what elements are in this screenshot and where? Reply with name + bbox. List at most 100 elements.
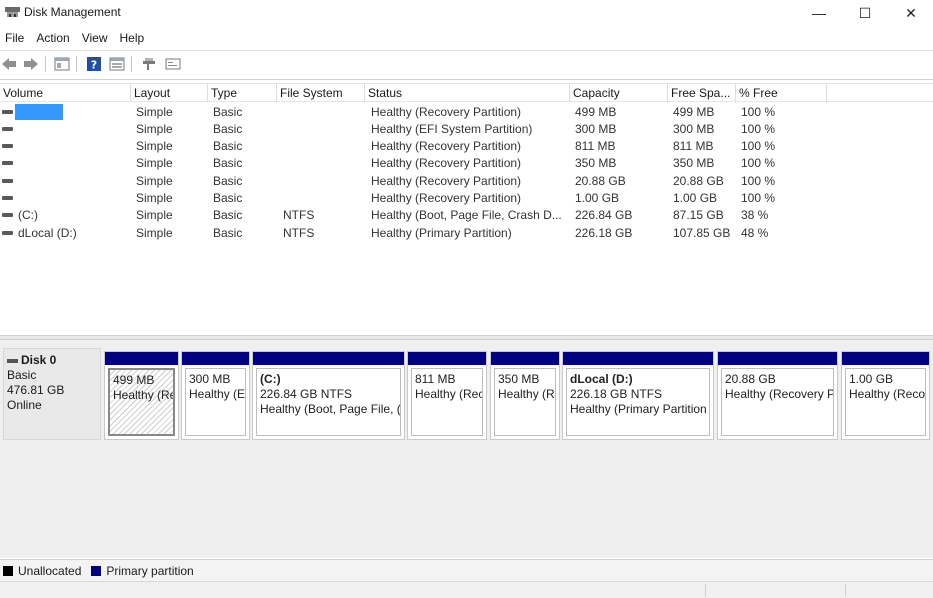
volume-percent-free: 100 %	[741, 105, 776, 119]
partition-block[interactable]: 1.00 GB Healthy (Reco	[841, 351, 930, 440]
properties-icon[interactable]	[53, 55, 71, 73]
partition-size: 226.18 GB NTFS	[570, 387, 663, 401]
partition-details: 499 MB Healthy (Re	[108, 368, 175, 436]
volume-icon	[2, 213, 13, 217]
menu-file[interactable]: File	[0, 29, 31, 49]
volume-layout: Simple	[136, 226, 173, 240]
volume-row[interactable]: Simple Basic Healthy (Recovery Partition…	[0, 190, 933, 207]
partition-block-c-drive[interactable]: (C:) 226.84 GB NTFS Healthy (Boot, Page …	[252, 351, 405, 440]
column-header-file-system[interactable]: File System	[277, 84, 365, 102]
view-icon[interactable]	[164, 55, 182, 73]
volume-name: dLocal (D:)	[18, 226, 77, 240]
maximize-button[interactable]: ☐	[842, 0, 888, 26]
disk-list-icon[interactable]	[108, 55, 126, 73]
volume-status: Healthy (EFI System Partition)	[371, 122, 533, 136]
column-header-capacity[interactable]: Capacity	[570, 84, 668, 102]
volume-capacity: 811 MB	[575, 139, 616, 153]
forward-arrow-icon[interactable]	[22, 55, 40, 73]
partition-block[interactable]: 499 MB Healthy (Re	[104, 351, 179, 440]
volume-free-space: 87.15 GB	[673, 208, 724, 222]
volume-file-system: NTFS	[283, 208, 315, 222]
disk-info-panel[interactable]: Disk 0 Basic 476.81 GB Online	[3, 348, 101, 440]
volume-name: (C:)	[18, 208, 38, 222]
column-header-volume[interactable]: Volume	[0, 84, 131, 102]
volume-row[interactable]: Simple Basic Healthy (Recovery Partition…	[0, 155, 933, 172]
volume-type: Basic	[213, 208, 243, 222]
primary-partition-bar	[491, 352, 559, 365]
partition-size: 811 MB	[415, 372, 456, 386]
volume-status: Healthy (Primary Partition)	[371, 226, 512, 240]
volume-percent-free: 100 %	[741, 174, 776, 188]
volume-list[interactable]: Volume Layout Type File System Status Ca…	[0, 83, 933, 335]
status-bar-separator	[705, 584, 706, 597]
svg-text:?: ?	[91, 59, 97, 72]
title-bar: Disk Management — ☐ ✕	[0, 0, 933, 26]
partition-block[interactable]: 350 MB Healthy (R	[490, 351, 560, 440]
partition-status: Healthy (Re	[113, 388, 175, 402]
primary-partition-bar	[253, 352, 404, 365]
menu-action[interactable]: Action	[31, 29, 76, 49]
toolbar: ?	[0, 53, 933, 75]
volume-free-space: 811 MB	[673, 139, 714, 153]
toolbar-separator	[131, 56, 132, 72]
volume-capacity: 20.88 GB	[575, 174, 626, 188]
volume-icon	[2, 110, 13, 114]
volume-layout: Simple	[136, 208, 173, 222]
volume-file-system: NTFS	[283, 226, 315, 240]
partition-size: 499 MB	[113, 373, 155, 387]
volume-type: Basic	[213, 174, 243, 188]
volume-status: Healthy (Recovery Partition)	[371, 156, 522, 170]
volume-capacity: 499 MB	[575, 105, 617, 119]
partition-details: 811 MB Healthy (Rec	[411, 368, 483, 436]
volume-type: Basic	[213, 139, 243, 153]
partition-block[interactable]: 811 MB Healthy (Rec	[407, 351, 487, 440]
disk-name: Disk 0	[21, 353, 57, 367]
disk-type: Basic	[7, 368, 37, 382]
connect-icon[interactable]	[140, 55, 158, 73]
partition-details: 350 MB Healthy (R	[494, 368, 556, 436]
partition-block[interactable]: 20.88 GB Healthy (Recovery P	[717, 351, 838, 440]
disk-graphical-view: Disk 0 Basic 476.81 GB Online 499 MB Hea…	[0, 340, 933, 558]
column-header-layout[interactable]: Layout	[131, 84, 208, 102]
volume-row[interactable]: Simple Basic Healthy (Recovery Partition…	[0, 173, 933, 190]
partition-block[interactable]: 300 MB Healthy (E	[181, 351, 250, 440]
minimize-button[interactable]: —	[796, 0, 842, 26]
column-header-type[interactable]: Type	[208, 84, 277, 102]
volume-row[interactable]: Simple Basic Healthy (Recovery Partition…	[0, 104, 933, 121]
volume-percent-free: 100 %	[741, 122, 776, 136]
partition-status: Healthy (R	[498, 387, 555, 401]
legend-unallocated-label: Unallocated	[18, 563, 82, 578]
help-icon[interactable]: ?	[85, 55, 103, 73]
volume-free-space: 350 MB	[673, 156, 715, 170]
volume-list-header: Volume Layout Type File System Status Ca…	[0, 84, 933, 102]
menu-divider	[0, 50, 933, 51]
back-arrow-icon[interactable]	[0, 55, 18, 73]
volume-row[interactable]: Simple Basic Healthy (Recovery Partition…	[0, 138, 933, 155]
partition-block-d-drive[interactable]: dLocal (D:) 226.18 GB NTFS Healthy (Prim…	[562, 351, 714, 440]
column-header-percent-free[interactable]: % Free	[736, 84, 827, 102]
partition-status: Healthy (Boot, Page File, (	[260, 402, 401, 416]
volume-layout: Simple	[136, 156, 173, 170]
volume-status: Healthy (Recovery Partition)	[371, 174, 522, 188]
volume-row[interactable]: Simple Basic Healthy (EFI System Partiti…	[0, 121, 933, 138]
status-bar-separator	[845, 584, 846, 597]
primary-partition-bar	[408, 352, 486, 365]
partition-status: Healthy (Reco	[849, 387, 926, 401]
close-button[interactable]: ✕	[888, 0, 933, 26]
disk-icon	[7, 358, 18, 363]
toolbar-separator	[45, 56, 46, 72]
volume-layout: Simple	[136, 174, 173, 188]
disk-state: Online	[7, 398, 42, 412]
menu-view[interactable]: View	[77, 29, 115, 49]
volume-icon	[2, 161, 13, 165]
menu-help[interactable]: Help	[115, 29, 152, 49]
partition-size: 300 MB	[189, 372, 231, 386]
partition-size: 1.00 GB	[849, 372, 894, 386]
toolbar-divider	[0, 79, 933, 80]
volume-icon	[2, 127, 13, 131]
volume-row[interactable]: (C:) Simple Basic NTFS Healthy (Boot, Pa…	[0, 207, 933, 224]
partition-status: Healthy (E	[189, 387, 246, 401]
column-header-status[interactable]: Status	[365, 84, 570, 102]
volume-row[interactable]: dLocal (D:) Simple Basic NTFS Healthy (P…	[0, 225, 933, 242]
column-header-free-space[interactable]: Free Spa...	[668, 84, 736, 102]
